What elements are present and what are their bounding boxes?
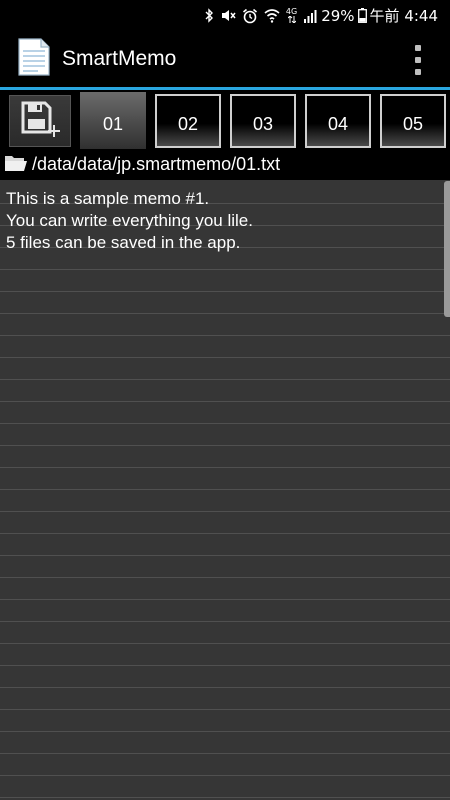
- tab-04[interactable]: 04: [305, 94, 371, 148]
- network-label: 4G: [285, 7, 298, 16]
- save-add-icon: [19, 99, 61, 143]
- status-icons: 4G: [204, 8, 317, 24]
- scrollbar[interactable]: [444, 181, 450, 317]
- overflow-dot: [415, 57, 421, 63]
- alarm-icon: [242, 8, 258, 24]
- memo-text[interactable]: This is a sample memo #1. You can write …: [6, 188, 436, 254]
- memo-document-icon: [0, 38, 50, 80]
- lte-icon: 4G: [286, 8, 297, 24]
- clock: 午前 4:44: [369, 7, 438, 25]
- battery-percent: 29%: [321, 6, 355, 25]
- battery-icon: [357, 8, 367, 24]
- tab-label: 01: [102, 113, 124, 134]
- memo-editor[interactable]: This is a sample memo #1. You can write …: [0, 180, 450, 800]
- app-title: SmartMemo: [62, 47, 177, 70]
- tab-label: 04: [327, 113, 349, 134]
- overflow-dot: [415, 45, 421, 51]
- overflow-dot: [415, 69, 421, 75]
- app-screen: 4G 29% 午前 4:44 SmartMemo 01 02 03 04 05 …: [0, 0, 450, 800]
- status-bar: 4G 29% 午前 4:44: [0, 0, 450, 31]
- file-tabs-bar: 01 02 03 04 05: [0, 90, 450, 150]
- bluetooth-icon: [204, 8, 214, 24]
- file-path: /data/data/jp.smartmemo/01.txt: [32, 154, 281, 174]
- tab-label: 05: [402, 113, 424, 134]
- tab-02[interactable]: 02: [155, 94, 221, 148]
- tab-label: 02: [177, 113, 199, 134]
- signal-icon: [303, 8, 317, 24]
- folder-open-icon: [0, 154, 28, 176]
- tab-03[interactable]: 03: [230, 94, 296, 148]
- mute-icon: [220, 8, 236, 24]
- tab-01[interactable]: 01: [80, 92, 146, 150]
- tab-05[interactable]: 05: [380, 94, 446, 148]
- save-add-button[interactable]: [9, 95, 71, 147]
- overflow-menu-icon[interactable]: [414, 45, 422, 75]
- app-bar: SmartMemo: [0, 31, 450, 90]
- tab-label: 03: [252, 113, 274, 134]
- file-path-bar: /data/data/jp.smartmemo/01.txt: [0, 149, 450, 181]
- wifi-icon: [264, 8, 280, 24]
